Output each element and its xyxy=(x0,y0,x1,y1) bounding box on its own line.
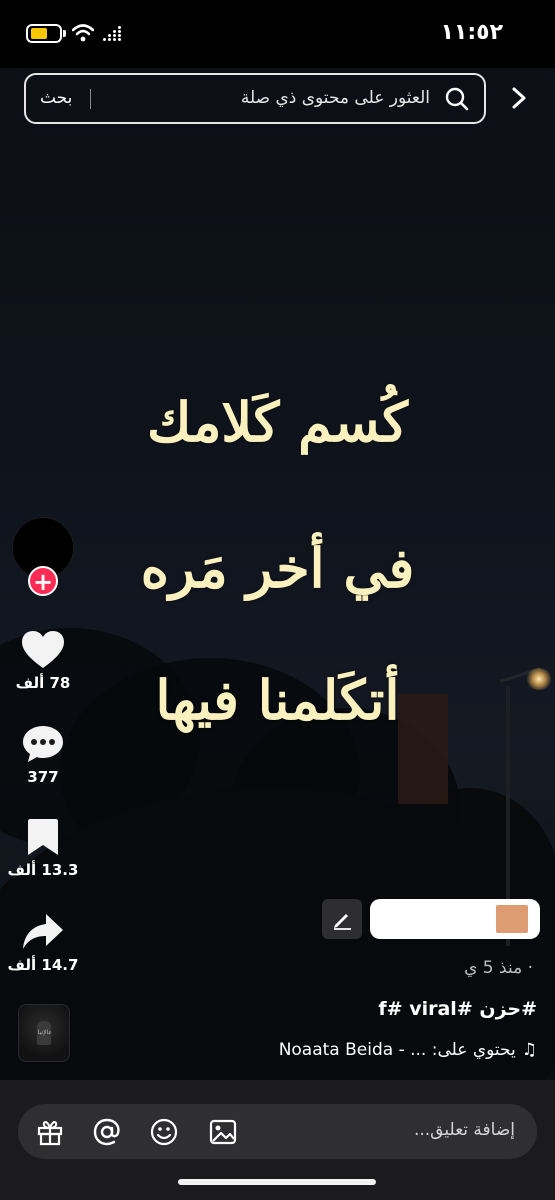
music-info[interactable]: ♫يحتوي على: ... - Noaata Beida xyxy=(279,1040,537,1060)
share-icon[interactable] xyxy=(21,912,65,952)
image-icon[interactable] xyxy=(208,1117,238,1147)
search-divider xyxy=(90,89,91,109)
username-redacted[interactable] xyxy=(370,899,540,939)
battery-icon xyxy=(26,24,62,43)
share-action[interactable]: 14.7 ألف xyxy=(0,912,86,974)
music-note-icon: ♫ xyxy=(521,1040,537,1060)
hashtags[interactable]: #حزن #f# viral xyxy=(378,998,537,1020)
save-count: 13.3 ألف xyxy=(7,861,79,879)
home-indicator[interactable] xyxy=(178,1179,376,1185)
search-input[interactable]: العثور على محتوى ذي صلة xyxy=(241,88,430,108)
wifi-icon xyxy=(72,24,94,42)
overlay-line-1: كُسم كَلامك xyxy=(147,390,408,454)
bookmark-icon[interactable] xyxy=(25,817,61,857)
gift-icon[interactable] xyxy=(35,1117,65,1147)
pencil-icon xyxy=(334,914,351,930)
comment-count: 377 xyxy=(27,768,59,786)
search-bar[interactable]: العثور على محتوى ذي صلة بحث xyxy=(24,73,486,124)
like-action[interactable]: 78 ألف xyxy=(0,630,86,692)
comment-input[interactable]: إضافة تعليق... xyxy=(18,1104,537,1159)
search-button[interactable]: بحث xyxy=(40,88,72,108)
heart-icon[interactable] xyxy=(21,630,65,670)
emoji-icon[interactable] xyxy=(149,1117,179,1147)
music-disc-label: عالإتيا xyxy=(37,1029,53,1036)
share-count: 14.7 ألف xyxy=(7,956,79,974)
username-color-swatch xyxy=(496,905,528,933)
music-label: يحتوي على: ... - Noaata Beida xyxy=(278,1040,516,1060)
comment-icon[interactable] xyxy=(21,724,65,764)
status-time: ١١:٥٢ xyxy=(440,20,503,45)
save-action[interactable]: 13.3 ألف xyxy=(0,817,86,879)
chevron-right-icon[interactable] xyxy=(506,84,532,112)
comment-action[interactable]: 377 xyxy=(0,724,86,786)
mention-icon[interactable] xyxy=(92,1117,122,1147)
search-icon xyxy=(445,87,469,111)
comment-placeholder[interactable]: إضافة تعليق... xyxy=(414,1120,515,1140)
edit-button[interactable] xyxy=(322,899,362,939)
status-bar: ١١:٥٢ xyxy=(0,0,555,68)
post-time: · منذ 5 ي xyxy=(464,958,533,978)
overlay-line-2: في أخر مَره xyxy=(140,536,415,600)
music-disc[interactable]: عالإتيا xyxy=(18,1004,70,1062)
follow-button[interactable]: + xyxy=(28,566,58,596)
like-count: 78 ألف xyxy=(15,674,71,692)
